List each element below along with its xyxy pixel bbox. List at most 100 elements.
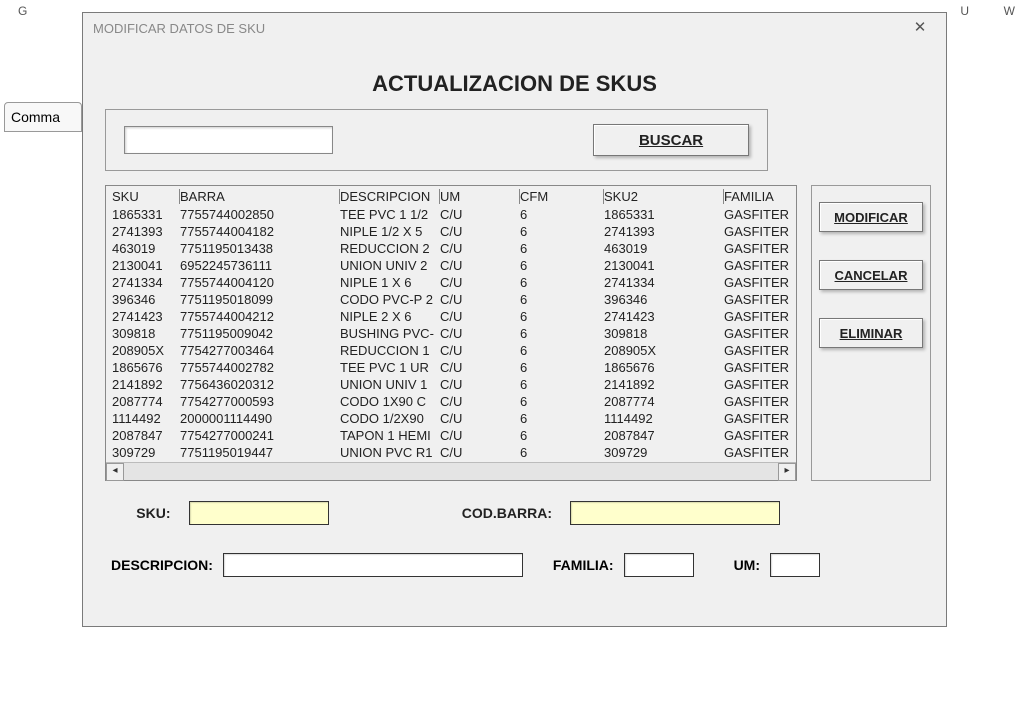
scroll-left-icon[interactable]: ◂ [106, 463, 124, 481]
cell-sku: 309729 [112, 445, 180, 460]
col-familia[interactable]: FAMILIA [724, 189, 794, 204]
col-header-w: W [1004, 4, 1015, 18]
cell-desc: REDUCCION 2 [340, 241, 440, 256]
cell-um: C/U [440, 309, 520, 324]
cell-sku2: 1865676 [604, 360, 724, 375]
table-row[interactable]: 3963467751195018099CODO PVC-P 2C/U639634… [106, 291, 796, 308]
table-row[interactable]: 18653317755744002850TEE PVC 1 1/2C/U6186… [106, 206, 796, 223]
table-row[interactable]: 27413347755744004120NIPLE 1 X 6C/U627413… [106, 274, 796, 291]
cell-desc: CODO PVC-P 2 [340, 292, 440, 307]
col-header-u: U [960, 4, 969, 18]
table-row[interactable]: 27413937755744004182NIPLE 1/2 X 5C/U6274… [106, 223, 796, 240]
cell-fam: GASFITER [724, 360, 794, 375]
dialog-window: MODIFICAR DATOS DE SKU ✕ ACTUALIZACION D… [82, 12, 947, 627]
sku-label: SKU: [111, 505, 171, 521]
cell-barra: 7756436020312 [180, 377, 340, 392]
cell-fam: GASFITER [724, 241, 794, 256]
cell-fam: GASFITER [724, 258, 794, 273]
cell-um: C/U [440, 241, 520, 256]
cell-sku2: 396346 [604, 292, 724, 307]
table-row[interactable]: 3097297751195019447UNION PVC R1C/U630972… [106, 444, 796, 461]
codbarra-field[interactable] [570, 501, 780, 525]
table-row[interactable]: 18656767755744002782TEE PVC 1 URC/U61865… [106, 359, 796, 376]
table-row[interactable]: 27414237755744004212NIPLE 2 X 6C/U627414… [106, 308, 796, 325]
table-row[interactable]: 208905X7754277003464REDUCCION 1C/U620890… [106, 342, 796, 359]
table-row[interactable]: 21300416952245736111UNION UNIV 2C/U62130… [106, 257, 796, 274]
search-input[interactable] [124, 126, 333, 154]
cell-barra: 7755744002850 [180, 207, 340, 222]
cell-um: C/U [440, 224, 520, 239]
sku-field[interactable] [189, 501, 329, 525]
cell-um: C/U [440, 326, 520, 341]
scroll-right-icon[interactable]: ▸ [778, 463, 796, 481]
cell-desc: NIPLE 1/2 X 5 [340, 224, 440, 239]
cell-fam: GASFITER [724, 326, 794, 341]
cell-desc: UNION PVC R1 [340, 445, 440, 460]
cell-sku: 1114492 [112, 411, 180, 426]
cell-desc: TEE PVC 1 UR [340, 360, 440, 375]
cell-fam: GASFITER [724, 207, 794, 222]
cell-barra: 7751195019447 [180, 445, 340, 460]
cell-sku: 1865331 [112, 207, 180, 222]
cell-sku2: 2087774 [604, 394, 724, 409]
grid-body: 18653317755744002850TEE PVC 1 1/2C/U6186… [106, 206, 796, 462]
cell-um: C/U [440, 394, 520, 409]
cell-barra: 7755744004212 [180, 309, 340, 324]
cell-um: C/U [440, 445, 520, 460]
descripcion-field[interactable] [223, 553, 523, 577]
familia-field[interactable] [624, 553, 694, 577]
cell-desc: CODO 1X90 C [340, 394, 440, 409]
table-row[interactable]: 20878477754277000241TAPON 1 HEMIC/U62087… [106, 427, 796, 444]
cell-desc: NIPLE 2 X 6 [340, 309, 440, 324]
cell-fam: GASFITER [724, 428, 794, 443]
table-row[interactable]: 3098187751195009042BUSHING PVC-C/U630981… [106, 325, 796, 342]
buscar-button[interactable]: BUSCAR [593, 124, 749, 156]
cell-barra: 7751195013438 [180, 241, 340, 256]
cell-sku2: 309729 [604, 445, 724, 460]
cell-desc: REDUCCION 1 [340, 343, 440, 358]
col-cfm[interactable]: CFM [520, 189, 604, 204]
cell-sku2: 1865331 [604, 207, 724, 222]
horizontal-scrollbar[interactable]: ◂ ▸ [106, 462, 796, 480]
cell-barra: 7751195018099 [180, 292, 340, 307]
cell-sku2: 463019 [604, 241, 724, 256]
col-barra[interactable]: BARRA [180, 189, 340, 204]
cell-desc: UNION UNIV 1 [340, 377, 440, 392]
cell-sku: 2141892 [112, 377, 180, 392]
cell-desc: NIPLE 1 X 6 [340, 275, 440, 290]
eliminar-button[interactable]: ELIMINAR [819, 318, 923, 348]
modificar-button[interactable]: MODIFICAR [819, 202, 923, 232]
col-desc[interactable]: DESCRIPCION [340, 189, 440, 204]
cell-fam: GASFITER [724, 292, 794, 307]
cell-fam: GASFITER [724, 224, 794, 239]
table-row[interactable]: 20877747754277000593CODO 1X90 CC/U620877… [106, 393, 796, 410]
cell-sku: 2741423 [112, 309, 180, 324]
cell-sku2: 2130041 [604, 258, 724, 273]
codbarra-label: COD.BARRA: [437, 505, 553, 521]
col-um[interactable]: UM [440, 189, 520, 204]
cell-fam: GASFITER [724, 275, 794, 290]
col-sku2[interactable]: SKU2 [604, 189, 724, 204]
cell-cfm: 6 [520, 360, 604, 375]
background-button[interactable]: Comma [4, 102, 82, 132]
cell-sku2: 2141892 [604, 377, 724, 392]
cell-cfm: 6 [520, 428, 604, 443]
cell-cfm: 6 [520, 275, 604, 290]
um-field[interactable] [770, 553, 820, 577]
cancelar-button[interactable]: CANCELAR [819, 260, 923, 290]
col-sku[interactable]: SKU [112, 189, 180, 204]
cell-cfm: 6 [520, 343, 604, 358]
cell-cfm: 6 [520, 394, 604, 409]
close-icon[interactable]: ✕ [900, 16, 940, 40]
table-row[interactable]: 11144922000001114490CODO 1/2X90C/U611144… [106, 410, 796, 427]
sku-grid[interactable]: SKU BARRA DESCRIPCION UM CFM SKU2 FAMILI… [105, 185, 797, 481]
cell-um: C/U [440, 360, 520, 375]
grid-header: SKU BARRA DESCRIPCION UM CFM SKU2 FAMILI… [106, 186, 796, 206]
cell-fam: GASFITER [724, 394, 794, 409]
cell-cfm: 6 [520, 241, 604, 256]
cell-fam: GASFITER [724, 445, 794, 460]
cell-sku: 2130041 [112, 258, 180, 273]
fields-row1: SKU: COD.BARRA: [111, 501, 780, 525]
table-row[interactable]: 4630197751195013438REDUCCION 2C/U6463019… [106, 240, 796, 257]
table-row[interactable]: 21418927756436020312UNION UNIV 1C/U62141… [106, 376, 796, 393]
